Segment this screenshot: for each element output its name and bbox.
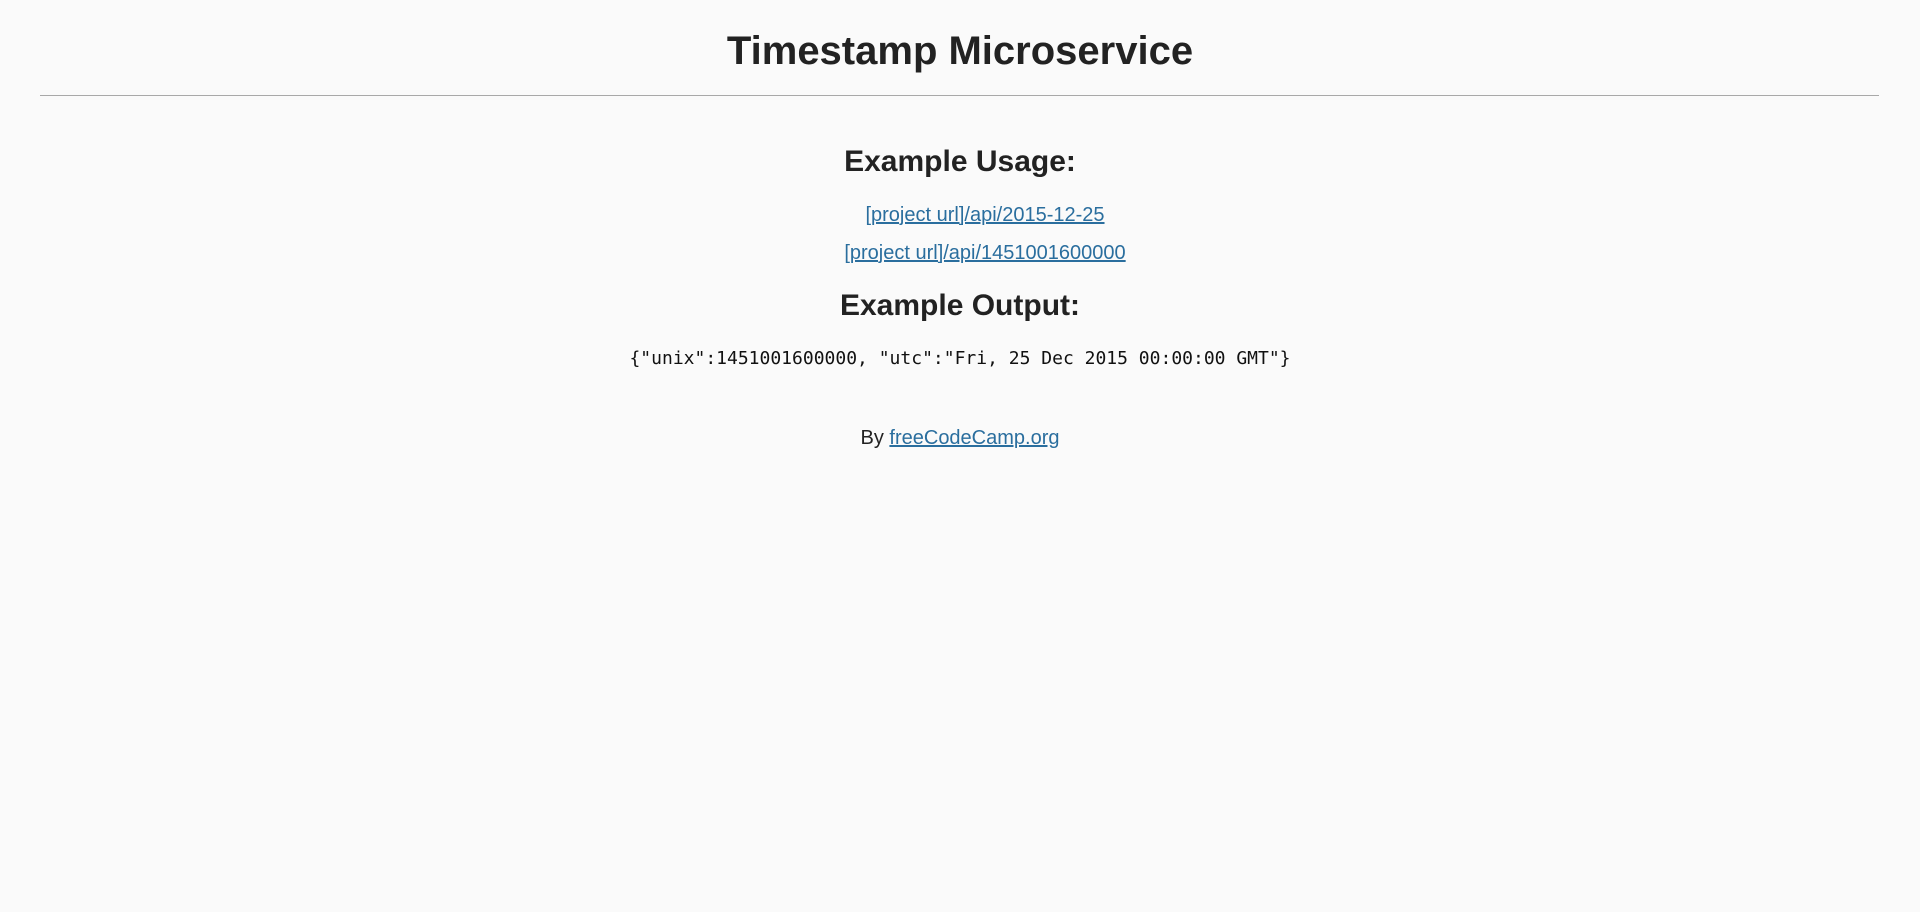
page-title: Timestamp Microservice xyxy=(726,29,1194,73)
example-unix-link[interactable]: [project url]/api/1451001600000 xyxy=(844,242,1125,264)
header-divider xyxy=(40,95,1879,96)
example-date-link[interactable]: [project url]/api/2015-12-25 xyxy=(865,204,1104,226)
example-output-heading: Example Output: xyxy=(839,289,1080,322)
example-usage-heading: Example Usage: xyxy=(844,145,1076,178)
freecodecamp-link[interactable]: freeCodeCamp.org xyxy=(889,427,1059,449)
credit-prefix: By xyxy=(860,427,884,449)
usage-link-row-unix: [project url]/api/1451001600000 xyxy=(0,240,1920,266)
usage-link-row-date: [project url]/api/2015-12-25 xyxy=(0,202,1920,228)
example-output-code: {"unix":1451001600000, "utc":"Fri, 25 De… xyxy=(629,348,1291,369)
footer-credit: By freeCodeCamp.org xyxy=(0,425,1920,451)
